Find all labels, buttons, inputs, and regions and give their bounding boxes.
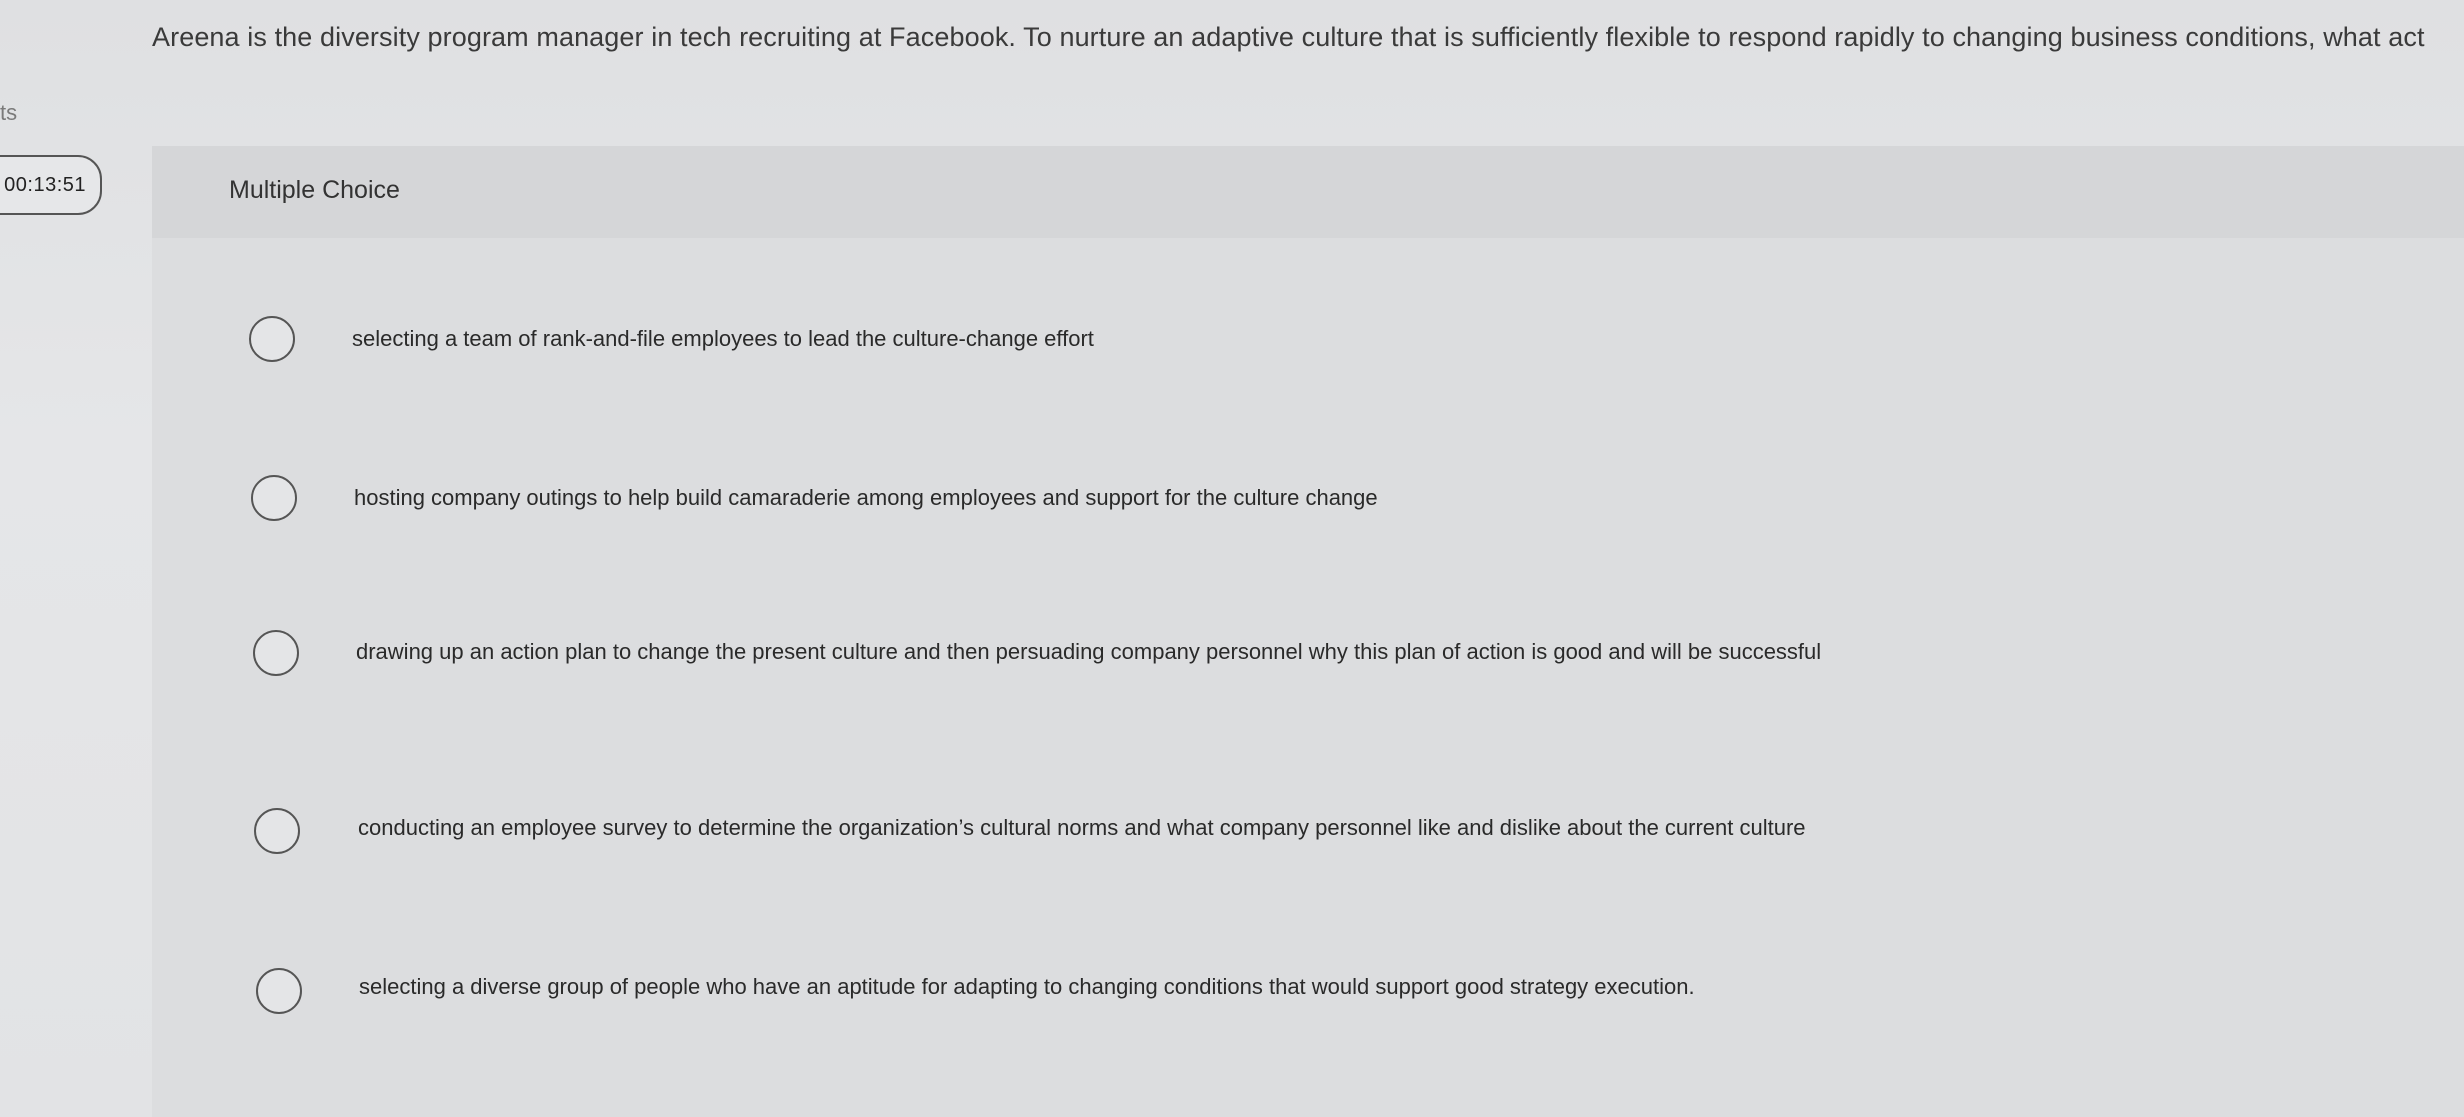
radio-button-4[interactable] [254, 808, 300, 854]
choice-label-1[interactable]: selecting a team of rank-and-file employ… [352, 326, 1094, 352]
quiz-page: ts 00:13:51 Areena is the diversity prog… [0, 0, 2464, 1117]
choice-label-2[interactable]: hosting company outings to help build ca… [354, 485, 1378, 511]
radio-button-1[interactable] [249, 316, 295, 362]
choice-label-5[interactable]: selecting a diverse group of people who … [359, 974, 1695, 1000]
question-text: Areena is the diversity program manager … [152, 22, 2425, 52]
question-type-label: Multiple Choice [229, 176, 400, 204]
choice-label-4[interactable]: conducting an employee survey to determi… [358, 815, 1806, 841]
radio-button-3[interactable] [253, 630, 299, 676]
choice-option-2[interactable]: hosting company outings to help build ca… [152, 475, 2464, 637]
answer-panel-header [152, 146, 2464, 238]
choice-option-5[interactable]: selecting a diverse group of people who … [152, 968, 2464, 1117]
timer[interactable]: 00:13:51 [0, 155, 102, 215]
radio-button-5[interactable] [256, 968, 302, 1014]
radio-button-2[interactable] [251, 475, 297, 521]
sidebar-label-fragment: ts [0, 100, 18, 125]
choice-label-3[interactable]: drawing up an action plan to change the … [356, 639, 1821, 665]
choice-option-4[interactable]: conducting an employee survey to determi… [152, 808, 2464, 978]
choice-option-1[interactable]: selecting a team of rank-and-file employ… [152, 316, 2464, 478]
choice-option-3[interactable]: drawing up an action plan to change the … [152, 630, 2464, 792]
